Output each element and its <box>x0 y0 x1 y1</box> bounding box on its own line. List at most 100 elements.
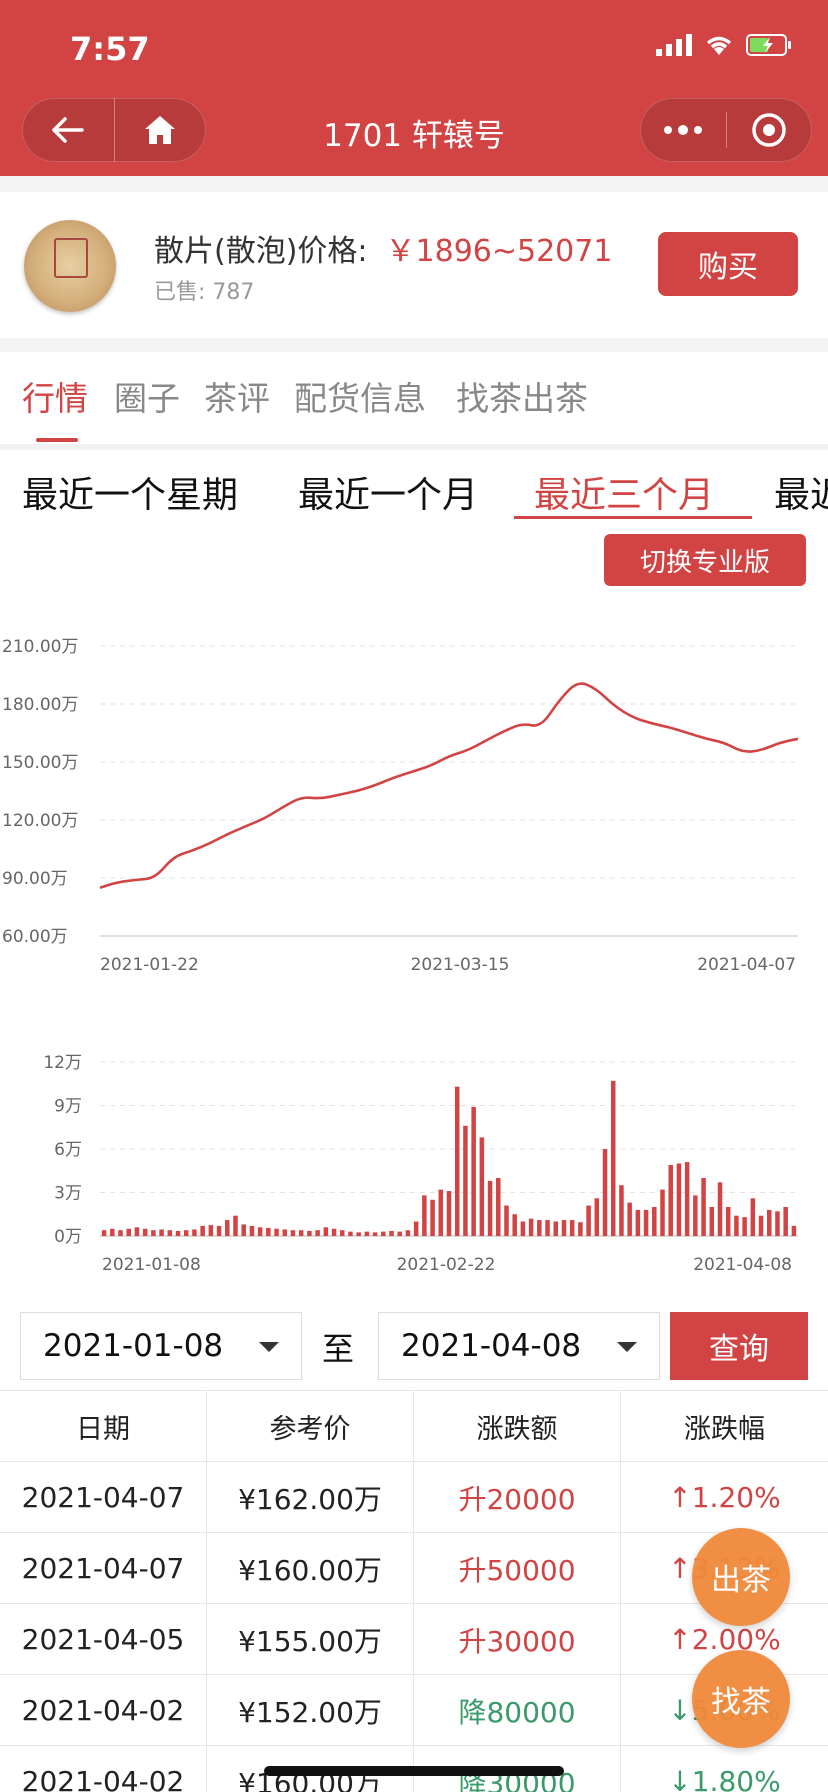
volume-bar <box>315 1230 320 1236</box>
spacer <box>0 338 828 352</box>
volume-bar <box>405 1230 411 1236</box>
price-range: ￥1896~52071 <box>385 234 613 269</box>
volume-bar <box>381 1231 386 1236</box>
sell-tea-fab[interactable]: 出茶 <box>692 1528 790 1626</box>
volume-bar <box>413 1221 419 1236</box>
spacer <box>0 176 828 192</box>
volume-bar <box>586 1205 591 1236</box>
volume-bar <box>684 1162 690 1236</box>
volume-bar <box>454 1086 460 1236</box>
volume-bar <box>257 1227 263 1236</box>
volume-bar <box>110 1228 115 1236</box>
switch-pro-button[interactable]: 切换专业版 <box>604 534 806 586</box>
range-tab-month[interactable]: 最近一个月 <box>298 466 478 518</box>
range-tab-more[interactable]: 最近 <box>774 466 828 518</box>
volume-bar <box>758 1215 764 1236</box>
cell-change-pct: ↑1.20% <box>668 1481 781 1514</box>
tab-review[interactable]: 茶评 <box>204 372 270 420</box>
volume-bar <box>709 1207 715 1236</box>
volume-bar <box>339 1230 345 1236</box>
volume-bar <box>175 1230 181 1236</box>
tab-market[interactable]: 行情 <box>22 372 88 420</box>
range-tab-week[interactable]: 最近一个星期 <box>22 466 238 518</box>
top-bar: 7:57 1701 轩辕号 <box>0 0 828 176</box>
x-tick-label: 2021-04-07 <box>697 955 796 975</box>
volume-bar <box>652 1207 657 1236</box>
volume-bar <box>298 1230 304 1236</box>
volume-bar <box>537 1220 542 1236</box>
cell-change-pct: ↓1.80% <box>668 1765 781 1792</box>
volume-bar <box>734 1215 739 1236</box>
main-tabs: 行情 圈子 茶评 配货信息 找茶出茶 <box>0 352 828 444</box>
volume-bar <box>643 1209 649 1236</box>
battery-icon <box>746 34 791 56</box>
cell-change: 升20000 <box>414 1462 621 1533</box>
x-tick-label: 2021-03-15 <box>411 955 510 975</box>
cell-change: 升30000 <box>414 1604 621 1675</box>
volume-bar <box>192 1229 197 1236</box>
range-tab-three-months[interactable]: 最近三个月 <box>534 466 714 518</box>
end-date-value: 2021-04-08 <box>401 1328 582 1364</box>
y-tick-label: 9万 <box>54 1097 82 1117</box>
volume-bar <box>183 1230 189 1236</box>
home-indicator <box>264 1766 564 1776</box>
status-time: 7:57 <box>70 30 150 68</box>
volume-bar <box>619 1185 624 1236</box>
query-button[interactable]: 查询 <box>670 1312 808 1380</box>
volume-bar <box>249 1225 255 1236</box>
volume-bar <box>479 1137 485 1236</box>
y-tick-label: 6万 <box>54 1140 82 1160</box>
volume-bar <box>225 1220 230 1236</box>
start-date-select[interactable]: 2021-01-08 <box>20 1312 302 1380</box>
volume-bar <box>101 1230 107 1236</box>
tab-circle[interactable]: 圈子 <box>114 372 180 420</box>
volume-bar <box>397 1231 402 1236</box>
tab-find-sell[interactable]: 找茶出茶 <box>456 372 588 420</box>
cell-date: 2021-04-07 <box>0 1533 207 1604</box>
volume-bar <box>241 1224 246 1236</box>
product-summary: 散片(散泡)价格: ￥1896~52071 已售: 787 购买 <box>0 192 828 338</box>
volume-bar <box>438 1189 444 1236</box>
cell-date: 2021-04-02 <box>0 1675 207 1746</box>
chevron-down-icon <box>259 1342 279 1352</box>
volume-bar <box>159 1229 164 1236</box>
header-ref-price: 参考价 <box>207 1391 414 1462</box>
volume-bar <box>348 1231 353 1236</box>
table-row: 2021-04-07 ¥162.00万 升20000 ↑1.20% <box>0 1461 828 1533</box>
cell-price: ¥160.00万 <box>207 1533 414 1604</box>
tea-cake-thumbnail[interactable] <box>24 220 116 312</box>
volume-bar <box>446 1191 452 1236</box>
header-change-pct: 涨跌幅 <box>684 1414 765 1445</box>
y-tick-label: 180.00万 <box>2 695 78 715</box>
volume-bar <box>134 1227 140 1236</box>
volume-bar <box>487 1180 493 1236</box>
table-row: 2021-04-05 ¥155.00万 升30000 ↑2.00% <box>0 1603 828 1675</box>
volume-bar <box>693 1195 698 1236</box>
cell-price: ¥155.00万 <box>207 1604 414 1675</box>
table-header-row: 日期 参考价 涨跌额 涨跌幅 <box>0 1390 828 1462</box>
x-tick-label: 2021-01-08 <box>102 1255 201 1275</box>
volume-bar <box>331 1228 337 1236</box>
volume-bar <box>701 1178 706 1236</box>
y-tick-label: 210.00万 <box>2 637 78 657</box>
price-line: 散片(散泡)价格: ￥1896~52071 <box>154 226 612 270</box>
volume-bar <box>545 1220 550 1236</box>
volume-bar <box>142 1228 148 1236</box>
volume-bar <box>471 1106 476 1236</box>
signal-icon <box>656 34 692 56</box>
find-tea-fab[interactable]: 找茶 <box>692 1650 790 1748</box>
volume-bar <box>208 1225 214 1237</box>
volume-bar <box>791 1225 797 1236</box>
cell-change: 降80000 <box>414 1675 621 1746</box>
end-date-select[interactable]: 2021-04-08 <box>378 1312 660 1380</box>
tab-allocation[interactable]: 配货信息 <box>294 372 426 420</box>
volume-bar <box>290 1230 296 1236</box>
price-label: 散片(散泡)价格: <box>154 234 368 269</box>
volume-bar <box>775 1211 780 1236</box>
buy-button[interactable]: 购买 <box>658 232 798 296</box>
close-button[interactable] <box>727 98 812 162</box>
volume-bar <box>372 1232 378 1237</box>
more-button[interactable] <box>641 98 726 162</box>
more-dots-icon <box>664 125 703 135</box>
target-circle-icon <box>752 113 786 147</box>
